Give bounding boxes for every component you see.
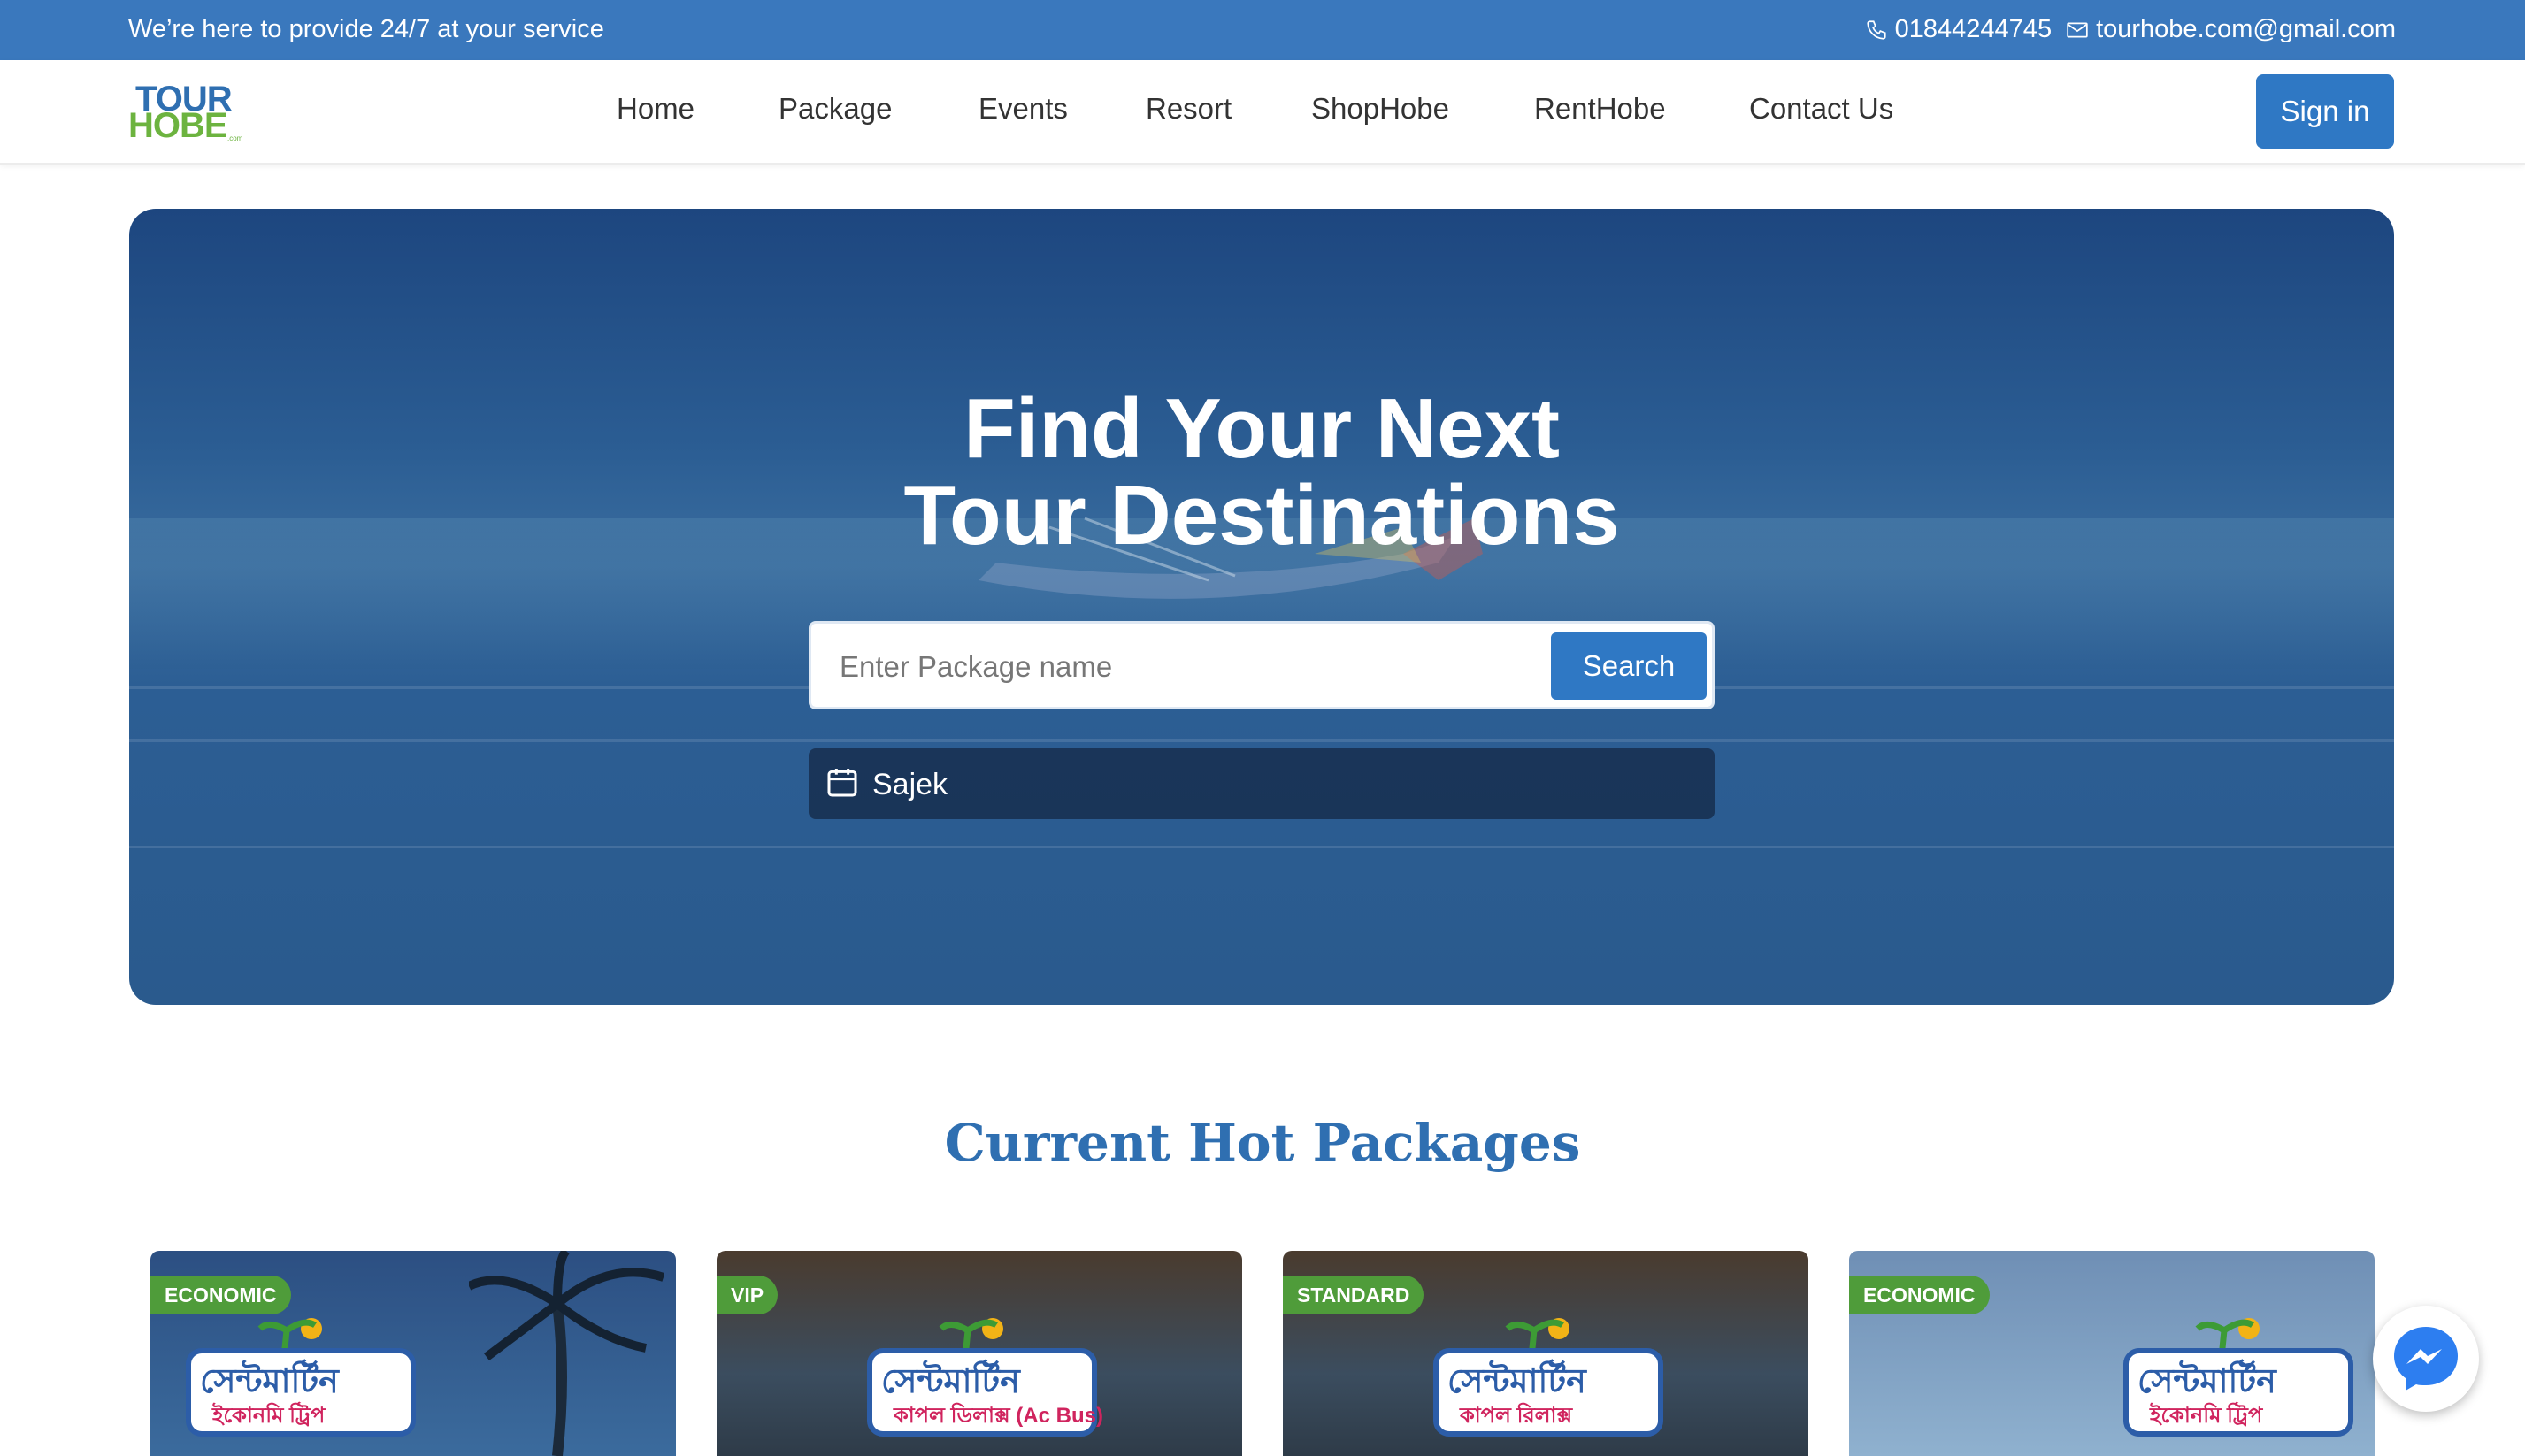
palm-tree-image [469,1251,664,1456]
contact-info: 01844244745 tourhobe.com@gmail.com [1865,15,2396,44]
hero-banner: Find Your Next Tour Destinations Search [129,209,2394,1005]
package-tier-badge: ECONOMIC [1849,1276,1990,1314]
hot-packages-heading: Current Hot Packages [944,1113,1581,1173]
email-address: tourhobe.com@gmail.com [2096,15,2396,43]
package-card[interactable]: ECONOMIC সেন্টমার্টিন ইকোনমি ট্রিপ [1849,1251,2375,1456]
hero-title-line1: Find Your Next [963,381,1560,476]
sign-plate: সেন্টমার্টিন ইকোনমি ট্রিপ [186,1348,416,1437]
hero-title: Find Your Next Tour Destinations [129,386,2394,559]
nav-package[interactable]: Package [779,92,892,126]
nav-contact-us[interactable]: Contact Us [1749,92,1893,126]
package-sign: সেন্টমার্টিন কাপল রিলাক্স [1433,1313,1663,1445]
package-tier-badge: ECONOMIC [150,1276,291,1314]
package-tier-badge: VIP [717,1276,779,1314]
main-navbar: TOUR HOBE .com Home Package Events Resor… [0,60,2525,165]
sign-subtitle: ইকোনমি ট্রিপ [2150,1404,2263,1428]
sign-subtitle: ইকোনমি ট্রিপ [212,1404,326,1428]
sign-in-button[interactable]: Sign in [2256,74,2394,149]
nav-renthobe[interactable]: RentHobe [1534,92,1666,126]
package-sign: সেন্টমার্টিন কাপল ডিলাক্স (Ac Bus) [867,1313,1103,1445]
support-tagline: We’re here to provide 24/7 at your servi… [128,15,604,43]
package-tier-badge: STANDARD [1283,1276,1424,1314]
package-sign: সেন্টমার্টিন ইকোনমি ট্রিপ [186,1313,416,1445]
package-card[interactable]: ECONOMIC সেন্টমার্টিন ইকোনমি ট্রিপ [150,1251,676,1456]
top-info-bar: We’re here to provide 24/7 at your servi… [0,0,2525,60]
package-card[interactable]: VIP সেন্টমার্টিন কাপল ডিলাক্স (Ac Bus) [717,1251,1242,1456]
envelope-icon [2067,22,2088,37]
hero-title-line2: Tour Destinations [903,468,1620,563]
wave-line [129,739,2394,742]
sign-plate: সেন্টমার্টিন কাপল রিলাক্স [1433,1348,1663,1437]
sign-plate: সেন্টমার্টিন ইকোনমি ট্রিপ [2123,1348,2353,1437]
nav-shophobe[interactable]: ShopHobe [1311,92,1449,126]
nav-home[interactable]: Home [617,92,695,126]
package-card[interactable]: STANDARD সেন্টমার্টিন কাপল রিলাক্স [1283,1251,1808,1456]
nav-resort[interactable]: Resort [1146,92,1232,126]
nav-links: Home Package Events Resort ShopHobe Rent… [0,60,2525,163]
phone-icon [1867,19,1886,40]
messenger-chat-button[interactable] [2373,1306,2479,1412]
package-search-input[interactable] [838,643,1531,691]
phone-number: 01844244745 [1894,15,2053,43]
sign-plate: সেন্টমার্টিন কাপল ডিলাক্স (Ac Bus) [867,1348,1103,1437]
destination-field[interactable] [809,748,1715,819]
wave-line [129,846,2394,848]
sign-subtitle: কাপল ডিলাক্স (Ac Bus) [894,1404,1103,1428]
search-button[interactable]: Search [1551,632,1707,700]
phone-contact[interactable]: 01844244745 [1865,15,2052,44]
package-sign: সেন্টমার্টিন ইকোনমি ট্রিপ [2123,1313,2353,1445]
package-search-box: Search [809,621,1715,709]
email-contact[interactable]: tourhobe.com@gmail.com [2066,15,2396,44]
sign-subtitle: কাপল রিলাক্স [1460,1404,1573,1428]
nav-events[interactable]: Events [979,92,1068,126]
calendar-icon [827,769,857,797]
destination-input[interactable] [871,761,1670,808]
messenger-icon [2394,1327,2458,1391]
